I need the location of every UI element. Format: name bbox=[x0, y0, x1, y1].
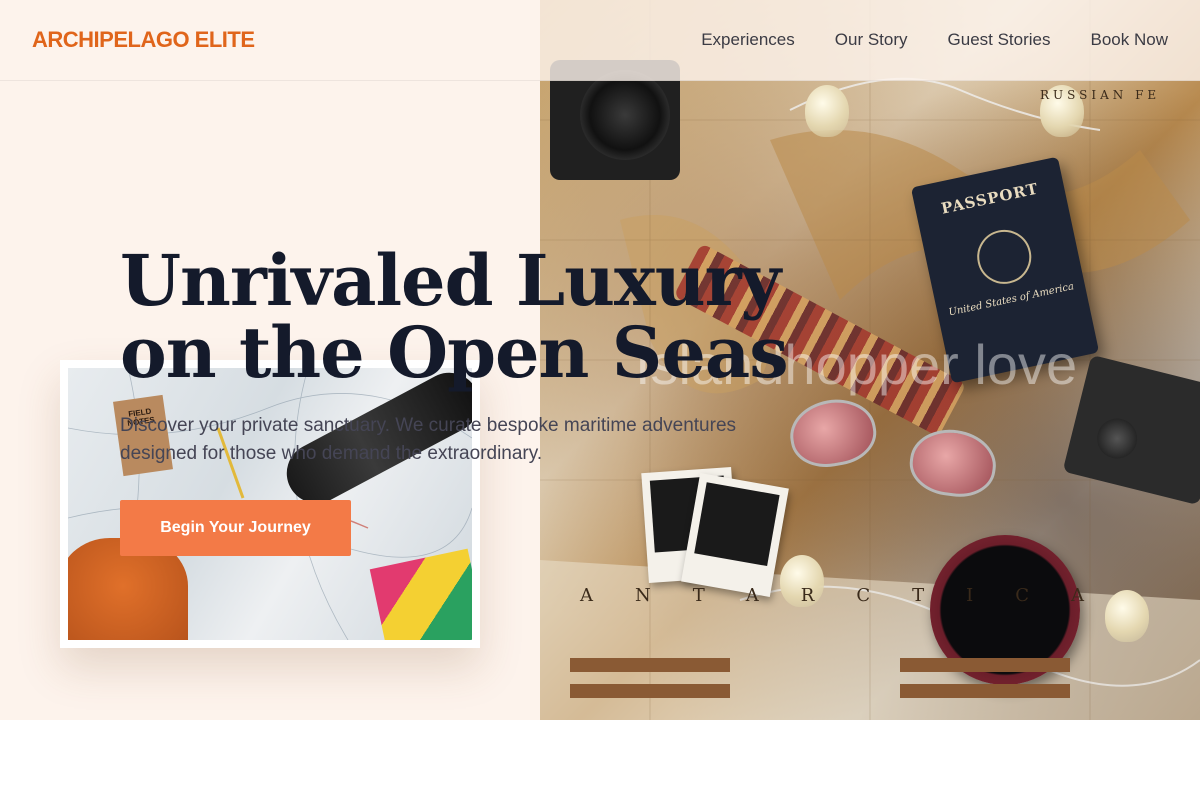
nav-link-experiences[interactable]: Experiences bbox=[701, 30, 795, 50]
site-header: ARCHIPELAGO ELITE Experiences Our Story … bbox=[0, 0, 1200, 81]
headline-line-1: Unrivaled Luxury bbox=[120, 239, 781, 322]
map-label: ANTARCTICA bbox=[580, 585, 1126, 606]
map-label: RUSSIAN FE bbox=[1040, 88, 1161, 102]
eagle-seal-icon bbox=[972, 224, 1037, 289]
nav-link-book-now[interactable]: Book Now bbox=[1091, 30, 1168, 50]
hero-headline: Unrivaled Luxury on the Open Seas bbox=[120, 239, 789, 394]
hero-section: PASSPORT United States of America RUSSIA… bbox=[0, 0, 1200, 720]
hero-subtitle: Discover your private sanctuary. We cura… bbox=[120, 415, 737, 464]
passport-country: United States of America bbox=[947, 281, 1075, 319]
main-nav: Experiences Our Story Guest Stories Book… bbox=[701, 30, 1168, 50]
headline-line-2: on the Open Seas bbox=[120, 311, 789, 394]
map-legend-bars bbox=[570, 650, 1190, 710]
passport-title: PASSPORT bbox=[939, 179, 1041, 218]
light-bulb-icon bbox=[805, 85, 849, 137]
polaroid-photo bbox=[681, 473, 789, 597]
nav-link-guest-stories[interactable]: Guest Stories bbox=[948, 30, 1051, 50]
begin-journey-button[interactable]: Begin Your Journey bbox=[120, 500, 351, 556]
camera-lens bbox=[580, 70, 670, 160]
nav-link-our-story[interactable]: Our Story bbox=[835, 30, 908, 50]
brand-logo[interactable]: ARCHIPELAGO ELITE bbox=[32, 27, 255, 53]
